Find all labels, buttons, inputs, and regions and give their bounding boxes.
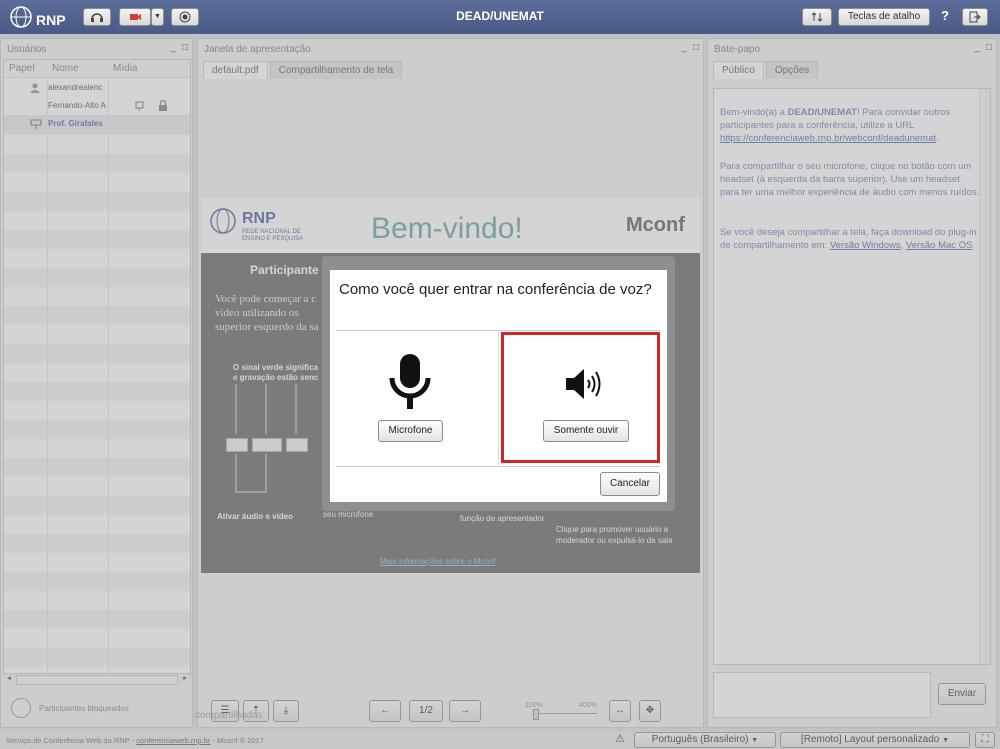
dialog-column-divider (498, 331, 499, 466)
dialog-footer-divider (336, 466, 661, 467)
rnp-logo: RNP (6, 5, 66, 29)
shortcuts-button[interactable]: Teclas de atalho (838, 8, 930, 26)
help-button[interactable]: ? (941, 8, 949, 23)
exit-icon (969, 11, 981, 23)
dialog-question: Como você quer entrar na conferência de … (339, 281, 652, 298)
cancel-button[interactable]: Cancelar (600, 472, 660, 496)
swap-arrows-icon (811, 12, 823, 22)
logo-text: RNP (36, 12, 66, 28)
headset-icon (91, 13, 103, 22)
headset-button[interactable] (83, 8, 111, 26)
audio-dialog: Como você quer entrar na conferência de … (330, 270, 667, 502)
microphone-button[interactable]: Microfone (378, 420, 443, 442)
screen-record-button[interactable] (171, 8, 199, 26)
webcam-icon (130, 14, 141, 20)
layout-swap-button[interactable] (802, 8, 832, 26)
logout-button[interactable] (962, 8, 988, 26)
speaker-icon[interactable] (564, 366, 610, 402)
microphone-icon[interactable] (388, 352, 432, 414)
globe-icon (10, 6, 32, 28)
top-bar: RNP ▼ DEAD/UNEMAT Teclas de atalho ? (0, 0, 1000, 34)
webcam-button[interactable] (119, 8, 151, 26)
listen-only-button[interactable]: Somente ouvir (543, 420, 629, 442)
record-icon (179, 11, 191, 23)
webcam-dropdown-button[interactable]: ▼ (151, 8, 164, 26)
